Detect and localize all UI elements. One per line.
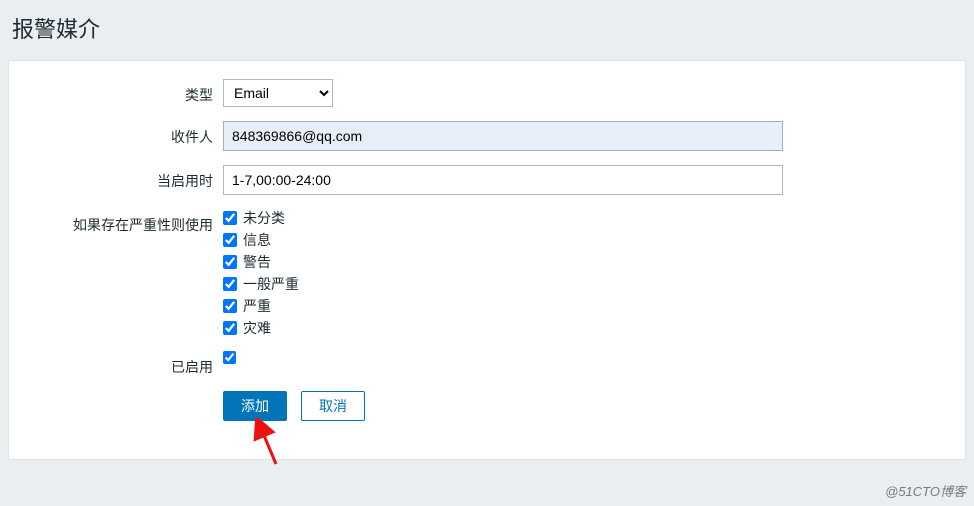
row-when-active: 当启用时 (23, 165, 951, 195)
severity-option-info[interactable]: 信息 (223, 231, 783, 249)
cancel-button[interactable]: 取消 (301, 391, 365, 421)
enabled-label: 已启用 (23, 351, 223, 377)
row-type: 类型 Email (23, 79, 951, 107)
enabled-checkbox[interactable] (223, 351, 236, 364)
severity-text: 警告 (243, 253, 271, 271)
page-title: 报警媒介 (0, 0, 974, 52)
row-recipient: 收件人 (23, 121, 951, 151)
media-form: 类型 Email 收件人 当启用时 如果存在严重性则使用 未分类 (8, 60, 966, 460)
severity-checkbox[interactable] (223, 255, 237, 269)
severity-option-unclassified[interactable]: 未分类 (223, 209, 783, 227)
severity-checkbox[interactable] (223, 277, 237, 291)
row-enabled: 已启用 (23, 351, 951, 377)
severity-option-disaster[interactable]: 灾难 (223, 319, 783, 337)
severity-label: 如果存在严重性则使用 (23, 209, 223, 235)
when-active-input[interactable] (223, 165, 783, 195)
add-button[interactable]: 添加 (223, 391, 287, 421)
severity-checkbox[interactable] (223, 211, 237, 225)
severity-text: 未分类 (243, 209, 285, 227)
recipient-input[interactable] (223, 121, 783, 151)
severity-checkbox-group: 未分类 信息 警告 一般严重 严重 (223, 209, 783, 337)
type-select[interactable]: Email (223, 79, 333, 107)
row-severity: 如果存在严重性则使用 未分类 信息 警告 一般严重 (23, 209, 951, 337)
severity-option-warning[interactable]: 警告 (223, 253, 783, 271)
severity-checkbox[interactable] (223, 233, 237, 247)
severity-option-average[interactable]: 一般严重 (223, 275, 783, 293)
type-label: 类型 (23, 79, 223, 105)
severity-text: 严重 (243, 297, 271, 315)
severity-text: 灾难 (243, 319, 271, 337)
severity-checkbox[interactable] (223, 299, 237, 313)
row-buttons: 添加 取消 (23, 391, 951, 421)
recipient-label: 收件人 (23, 121, 223, 147)
severity-text: 一般严重 (243, 275, 299, 293)
severity-checkbox[interactable] (223, 321, 237, 335)
severity-option-high[interactable]: 严重 (223, 297, 783, 315)
watermark: @51CTO博客 (885, 481, 966, 500)
severity-text: 信息 (243, 231, 271, 249)
when-active-label: 当启用时 (23, 165, 223, 191)
